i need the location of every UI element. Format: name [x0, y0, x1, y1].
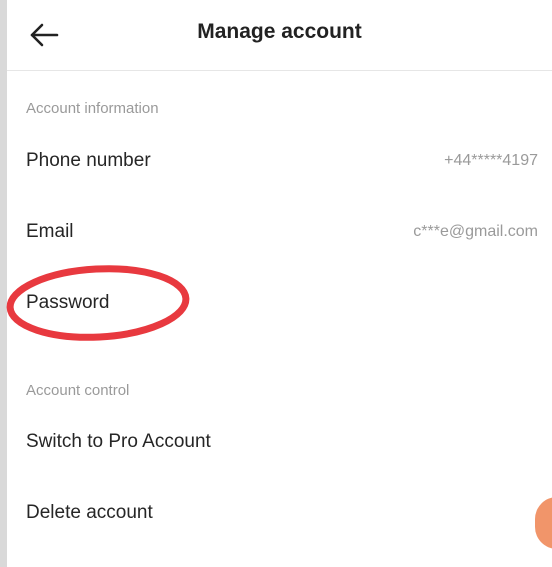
email-row[interactable]: Email c***e@gmail.com [7, 204, 552, 260]
phone-number-value: +44*****4197 [444, 152, 538, 169]
switch-to-pro-label: Switch to Pro Account [26, 431, 211, 452]
email-label: Email [26, 221, 74, 242]
phone-number-label: Phone number [26, 150, 151, 171]
section-label-account-control: Account control [26, 382, 130, 399]
manage-account-screen: Manage account Account information Phone… [0, 0, 552, 567]
phone-number-row[interactable]: Phone number +44*****4197 [7, 133, 552, 189]
password-label: Password [26, 292, 110, 313]
section-label-account-information: Account information [26, 100, 159, 117]
delete-account-label: Delete account [26, 502, 153, 523]
page-title: Manage account [197, 20, 362, 43]
password-row[interactable]: Password [7, 275, 552, 331]
header-bar: Manage account [7, 0, 552, 71]
switch-to-pro-row[interactable]: Switch to Pro Account [7, 414, 552, 470]
left-edge-divider [0, 0, 7, 567]
email-value: c***e@gmail.com [413, 223, 538, 240]
delete-account-row[interactable]: Delete account [7, 485, 552, 541]
